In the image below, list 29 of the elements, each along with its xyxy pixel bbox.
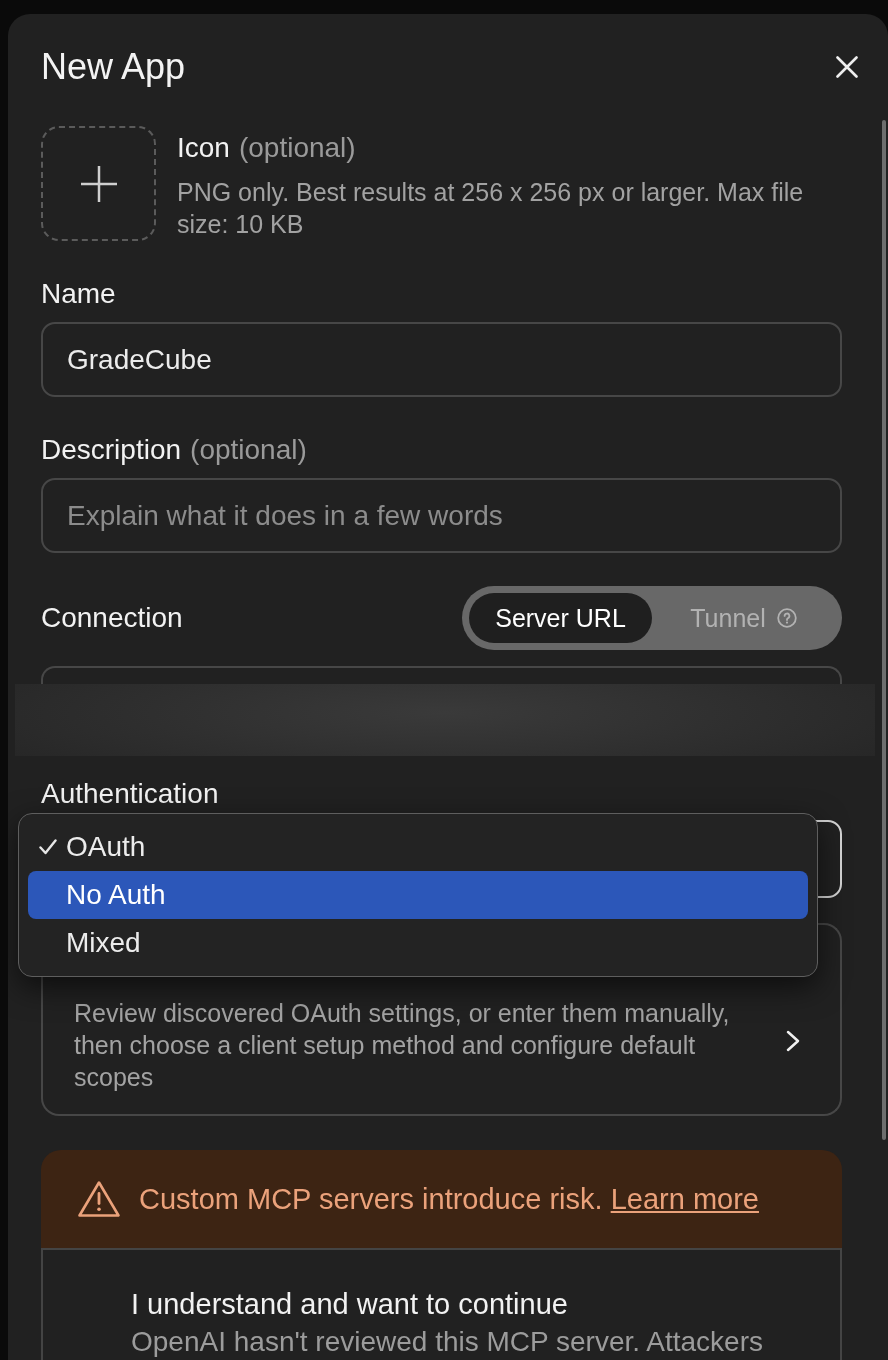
menu-option[interactable]: Mixed bbox=[28, 919, 808, 967]
optional-hint: (optional) bbox=[190, 433, 307, 467]
consent-title: I understand and want to continue bbox=[131, 1287, 568, 1322]
dialog-title: New App bbox=[41, 45, 186, 89]
close-button[interactable] bbox=[836, 56, 858, 78]
connection-label: Connection bbox=[41, 601, 183, 635]
warning-text: Custom MCP servers introduce risk. Learn more bbox=[139, 1182, 759, 1217]
optional-hint: (optional) bbox=[238, 131, 356, 165]
warning-icon bbox=[77, 1180, 121, 1218]
connection-tab[interactable]: Server URL bbox=[469, 593, 652, 643]
field-label: Description bbox=[41, 433, 182, 467]
help-text: PNG only. Best results at 256 x 256 px or larger. Max file size: 10 KB bbox=[177, 177, 805, 240]
advanced-settings-card[interactable]: Review discovered OAuth settings, or enter them manually, then choose a client setup method and configure default scopes bbox=[41, 977, 842, 1116]
field-label: Name bbox=[41, 277, 116, 311]
authentication-label: Authentication bbox=[41, 777, 219, 811]
chevron-right-icon bbox=[786, 1030, 800, 1052]
icon-upload-button[interactable] bbox=[41, 126, 156, 241]
text-input[interactable]: Explain what it does in a few words bbox=[41, 478, 842, 553]
learn-more-link[interactable]: Learn more bbox=[610, 1183, 759, 1215]
card-border-corner bbox=[817, 923, 842, 977]
close-icon bbox=[836, 56, 858, 78]
consent-description: OpenAI hasn't reviewed this MCP server. Attackers bbox=[131, 1325, 763, 1359]
menu-option[interactable]: OAuth bbox=[28, 823, 808, 871]
text-input[interactable]: GradeCube bbox=[41, 322, 842, 397]
plus-icon bbox=[80, 165, 117, 202]
menu-option[interactable]: No Auth bbox=[28, 871, 808, 919]
scrollbar-thumb[interactable] bbox=[882, 120, 886, 1140]
field-label: Icon bbox=[177, 131, 230, 165]
advanced-settings-description: Review discovered OAuth settings, or enter them manually, then choose a client setup method and configure default scopes bbox=[74, 998, 731, 1093]
